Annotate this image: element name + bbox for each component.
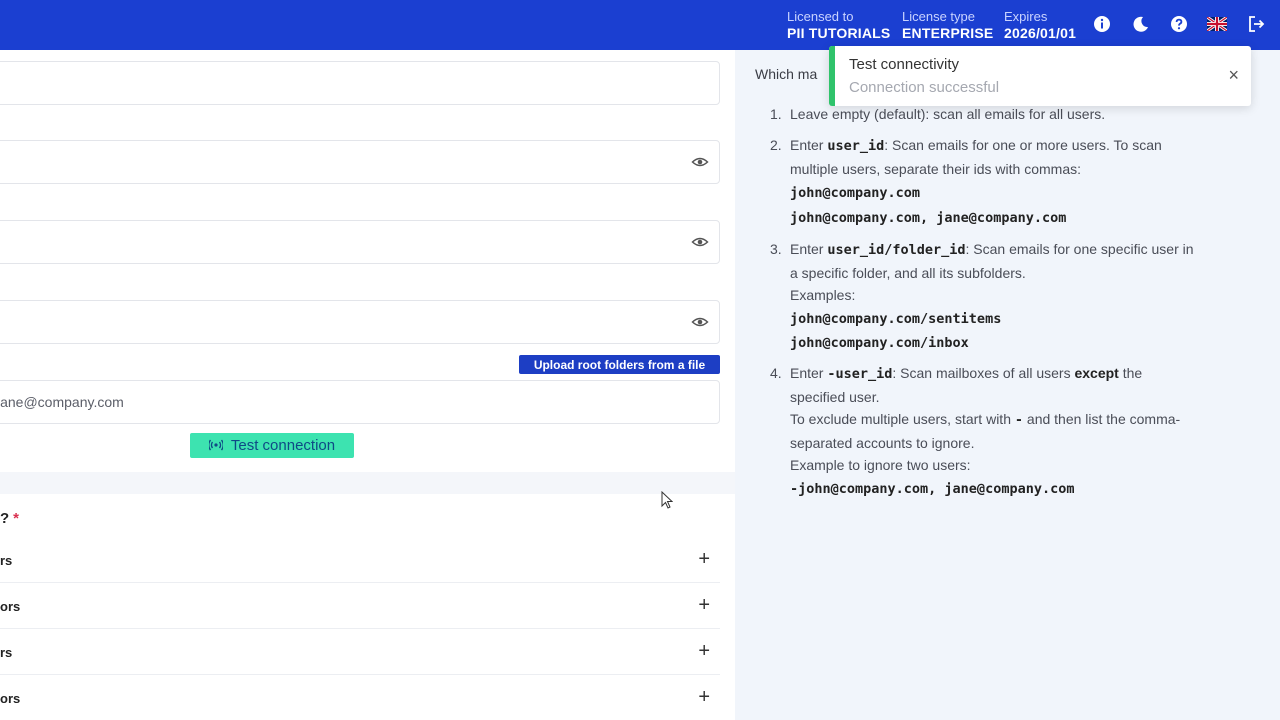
help-item-2: 2. Enter user_id: Scan emails for one or… — [770, 134, 1210, 226]
secret-field-2[interactable] — [0, 220, 720, 264]
plus-icon[interactable]: + — [698, 687, 710, 707]
accordion-row[interactable]: ors + — [0, 583, 720, 629]
info-icon[interactable] — [1092, 14, 1112, 34]
toast-success-bar — [829, 46, 835, 106]
accordion-row[interactable]: ors + — [0, 675, 720, 720]
eye-icon[interactable] — [691, 153, 711, 173]
accordion-label: ors — [0, 599, 21, 614]
help-item-text: Enter — [790, 365, 828, 381]
eye-icon[interactable] — [691, 233, 711, 253]
toast-title: Test connectivity — [849, 56, 960, 73]
accordion-label: rs — [0, 553, 13, 568]
help-item-number: 1. — [770, 106, 782, 122]
license-type-label: License type — [902, 9, 975, 24]
code-example: john@company.com, jane@company.com — [790, 209, 1067, 226]
eye-icon[interactable] — [691, 313, 711, 333]
help-item-4: 4. Enter -user_id: Scan mailboxes of all… — [770, 362, 1210, 497]
test-connection-label: Test connection — [230, 437, 336, 454]
expires-value: 2026/01/01 — [1004, 25, 1077, 41]
help-item-3: 3. Enter user_id/folder_id: Scan emails … — [770, 238, 1210, 351]
licensed-to-label: Licensed to — [787, 9, 854, 24]
plus-icon[interactable]: + — [698, 595, 710, 615]
license-type-value: ENTERPRISE — [902, 25, 994, 41]
code-example: john@company.com/sentitems — [790, 310, 1002, 327]
logout-icon[interactable] — [1246, 14, 1266, 34]
question-label: ? — [0, 510, 10, 527]
top-bar: Licensed to PII TUTORIALS License type E… — [0, 0, 1280, 50]
close-icon[interactable]: × — [1228, 66, 1239, 84]
toast-notification: Test connectivity Connection successful … — [829, 46, 1251, 106]
section-question: ? * — [0, 510, 19, 527]
examples-label: Examples: — [790, 287, 856, 303]
code-user-id: user_id — [827, 138, 885, 154]
help-item-text: Enter — [790, 137, 828, 153]
plus-icon[interactable]: + — [698, 549, 710, 569]
accordion-row[interactable]: rs + — [0, 537, 720, 583]
code-user-folder-id: user_id/folder_id — [827, 242, 966, 258]
accordion-label: ors — [0, 691, 21, 706]
help-item-text: Example to ignore two users: — [790, 457, 971, 473]
help-item-number: 2. — [770, 137, 782, 153]
help-item-text: Leave empty (default): scan all emails f… — [790, 106, 1106, 122]
help-heading: Which ma — [755, 66, 818, 82]
expires: Expires 2026/01/01 — [1004, 9, 1076, 42]
required-mark: * — [13, 510, 20, 527]
help-item-1: 1. Leave empty (default): scan all email… — [770, 103, 1210, 126]
upload-root-folders-button[interactable]: Upload root folders from a file — [519, 355, 720, 374]
licensed-to: Licensed to PII TUTORIALS — [787, 9, 890, 42]
expires-label: Expires — [1004, 9, 1048, 24]
signal-icon — [207, 437, 224, 455]
root-folders-value: jane@company.com — [0, 394, 124, 410]
code-example: john@company.com — [790, 185, 921, 201]
code-example: -john@company.com, jane@company.com — [790, 480, 1075, 497]
uk-flag-icon[interactable] — [1207, 14, 1227, 34]
root-folders-input[interactable]: jane@company.com — [0, 380, 720, 424]
code-example: john@company.com/inbox — [790, 335, 969, 351]
section-divider — [0, 472, 735, 494]
code-dash: - — [1014, 412, 1024, 428]
accordion-row[interactable]: rs + — [0, 629, 720, 675]
text-field-1[interactable] — [0, 61, 720, 105]
help-item-text: Enter — [790, 241, 828, 257]
secret-field-1[interactable] — [0, 140, 720, 184]
moon-icon[interactable] — [1131, 14, 1151, 34]
plus-icon[interactable]: + — [698, 641, 710, 661]
help-item-bold: except — [1074, 365, 1119, 381]
accordion-label: rs — [0, 645, 13, 660]
license-type: License type ENTERPRISE — [902, 9, 993, 42]
help-item-number: 3. — [770, 241, 782, 257]
help-item-text: : Scan mailboxes of all users — [892, 365, 1075, 381]
licensed-to-value: PII TUTORIALS — [787, 25, 891, 41]
test-connection-button[interactable]: Test connection — [190, 433, 354, 458]
help-item-number: 4. — [770, 365, 782, 381]
mouse-cursor-icon — [661, 490, 674, 509]
toast-message: Connection successful — [849, 79, 1000, 96]
help-icon[interactable] — [1169, 14, 1189, 34]
code-neg-user-id: -user_id — [827, 366, 893, 382]
secret-field-3[interactable] — [0, 300, 720, 344]
help-item-text: To exclude multiple users, start with — [790, 411, 1015, 427]
